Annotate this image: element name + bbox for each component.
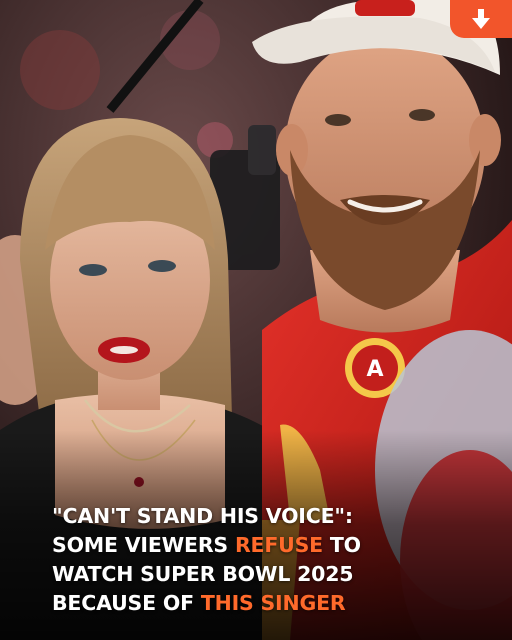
headline-line-4: BECAUSE OF THIS SINGER (52, 589, 492, 618)
headline-highlight: REFUSE (234, 533, 323, 557)
headline-text: BECAUSE OF (52, 591, 201, 615)
news-card: A "CAN'T STAND HIS VOICE": SOME VIEWERS (0, 0, 512, 640)
headline-text: TO (322, 533, 361, 557)
download-badge[interactable] (450, 0, 512, 38)
headline: "CAN'T STAND HIS VOICE": SOME VIEWERS RE… (52, 502, 492, 618)
download-arrow-icon (472, 9, 490, 29)
headline-highlight: THIS SINGER (200, 591, 346, 615)
headline-text: SOME VIEWERS (52, 533, 235, 557)
svg-text:A: A (366, 357, 383, 382)
headline-line-3: WATCH SUPER BOWL 2025 (52, 562, 354, 586)
headline-line-2: SOME VIEWERS REFUSE TO (52, 531, 492, 560)
headline-line-1: "CAN'T STAND HIS VOICE": (52, 504, 353, 528)
